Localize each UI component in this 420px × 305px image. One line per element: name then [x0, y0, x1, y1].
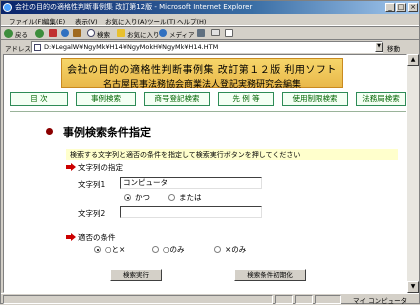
- string2-input[interactable]: [120, 206, 262, 218]
- condition-arrow-icon: [66, 233, 76, 241]
- title-bar: 会社の目的の適格性判断事例集 改訂第12版 - Microsoft Intern…: [1, 1, 419, 14]
- address-input[interactable]: D:¥LegalW¥NgyMk¥H14¥NgyMokH¥NgyMk¥H14.HT…: [31, 41, 383, 53]
- cond-both-label: ○と×: [105, 245, 126, 254]
- heading-bullet-icon: [46, 128, 53, 135]
- status-cell: [295, 295, 313, 304]
- status-cell: [315, 295, 341, 304]
- mail-icon[interactable]: [211, 29, 220, 36]
- search-execute-button[interactable]: 検索実行: [110, 269, 162, 281]
- vertical-scrollbar[interactable]: ▲ ▼: [407, 54, 419, 293]
- nav-trade-name-search[interactable]: 商号登記検索: [144, 92, 210, 106]
- cond-ok-radio[interactable]: [152, 246, 159, 253]
- window-title: 会社の目的の適格性判断事例集 改訂第12版 - Microsoft Intern…: [15, 3, 253, 11]
- toolbar: 戻る 検索 お気に入り メディア: [1, 26, 419, 40]
- or-label: または: [179, 193, 202, 202]
- banner-subtitle: 名古屋民事法務協会商業法人登記実務研究会編集: [102, 80, 301, 90]
- site-banner: 会社の目的の適格性判断事例集 改訂第１２版 利用ソフト 名古屋民事法務協会商業法…: [61, 58, 343, 90]
- search-button[interactable]: 検索: [97, 29, 110, 39]
- address-value: D:¥LegalW¥NgyMk¥H14¥NgyMokH¥NgyMk¥H14.HT…: [44, 43, 219, 51]
- menu-help[interactable]: ヘルプ(H): [177, 16, 206, 26]
- back-button[interactable]: 戻る: [15, 29, 28, 39]
- browser-window: 会社の目的の適格性判断事例集 改訂第12版 - Microsoft Intern…: [0, 0, 420, 305]
- menu-view[interactable]: 表示(V): [75, 16, 98, 26]
- address-dropdown-icon[interactable]: ▼: [375, 42, 383, 52]
- nav-legal-bureau-search[interactable]: 法務局検索: [356, 92, 406, 106]
- address-bar: アドレス(D) D:¥LegalW¥NgyMk¥H14¥NgyMokH¥NgyM…: [1, 40, 419, 54]
- ie-logo-icon: [3, 3, 12, 12]
- nav-bar: 目 次 事例検索 商号登記検索 先 例 等 使用制限検索 法務局検索: [10, 92, 406, 106]
- page-heading: 事例検索条件指定: [63, 126, 151, 139]
- string1-input[interactable]: コンピュータ: [120, 177, 262, 189]
- history-icon[interactable]: [197, 29, 205, 37]
- text-section-label: 文字列の指定: [78, 163, 123, 172]
- status-message: [3, 295, 273, 304]
- status-bar: マイ コンピュータ: [1, 293, 419, 305]
- favorites-button[interactable]: お気に入り: [127, 29, 160, 39]
- nav-contents[interactable]: 目 次: [10, 92, 68, 106]
- string2-label: 文字列2: [78, 209, 106, 218]
- reset-conditions-button[interactable]: 検索条件初期化: [234, 269, 306, 281]
- print-icon[interactable]: [225, 29, 233, 37]
- nav-restriction-search[interactable]: 使用制限検索: [282, 92, 348, 106]
- and-radio[interactable]: [124, 194, 131, 201]
- or-radio[interactable]: [168, 194, 175, 201]
- cond-ok-label: ○のみ: [163, 245, 185, 254]
- stop-icon[interactable]: [49, 29, 57, 37]
- close-button[interactable]: ×: [408, 3, 418, 12]
- nav-precedents[interactable]: 先 例 等: [218, 92, 274, 106]
- media-button[interactable]: メディア: [169, 29, 195, 39]
- scroll-up-icon[interactable]: ▲: [407, 54, 419, 66]
- and-label: かつ: [135, 193, 150, 202]
- cond-ng-radio[interactable]: [214, 246, 221, 253]
- banner-title: 会社の目的の適格性判断事例集 改訂第１２版 利用ソフト: [67, 65, 337, 76]
- scroll-down-icon[interactable]: ▼: [407, 281, 419, 293]
- back-arrow-icon[interactable]: [4, 29, 13, 38]
- status-cell: [275, 295, 293, 304]
- menu-edit[interactable]: 編集(E): [43, 16, 65, 26]
- minimize-button[interactable]: _: [385, 3, 395, 12]
- cond-both-radio[interactable]: [94, 246, 101, 253]
- menu-tools[interactable]: ツール(T): [147, 16, 176, 26]
- nav-case-search[interactable]: 事例検索: [76, 92, 136, 106]
- maximize-button[interactable]: □: [396, 3, 406, 12]
- section-arrow-icon: [66, 163, 76, 171]
- cond-ng-label: ×のみ: [225, 245, 247, 254]
- menu-file[interactable]: ファイル(F): [9, 16, 44, 26]
- page-content: 会社の目的の適格性判断事例集 改訂第１２版 利用ソフト 名古屋民事法務協会商業法…: [3, 54, 407, 293]
- home-icon[interactable]: [73, 29, 81, 37]
- divider: [10, 111, 406, 112]
- forward-arrow-icon[interactable]: [35, 29, 44, 38]
- menu-favorites[interactable]: お気に入り(A): [105, 16, 147, 26]
- instruction-text: 検索する文字列と適否の条件を指定して検索実行ボタンを押してください: [66, 149, 398, 160]
- search-icon[interactable]: [87, 29, 95, 37]
- favorites-star-icon[interactable]: [117, 29, 125, 37]
- menu-bar: ファイル(F) 編集(E) 表示(V) お気に入り(A) ツール(T) ヘルプ(…: [1, 14, 419, 26]
- refresh-icon[interactable]: [61, 29, 69, 37]
- page-icon: [34, 44, 41, 51]
- media-icon[interactable]: [159, 29, 167, 37]
- string1-label: 文字列1: [78, 180, 106, 189]
- condition-section-label: 適否の条件: [78, 233, 116, 242]
- go-button[interactable]: 移動: [387, 43, 400, 53]
